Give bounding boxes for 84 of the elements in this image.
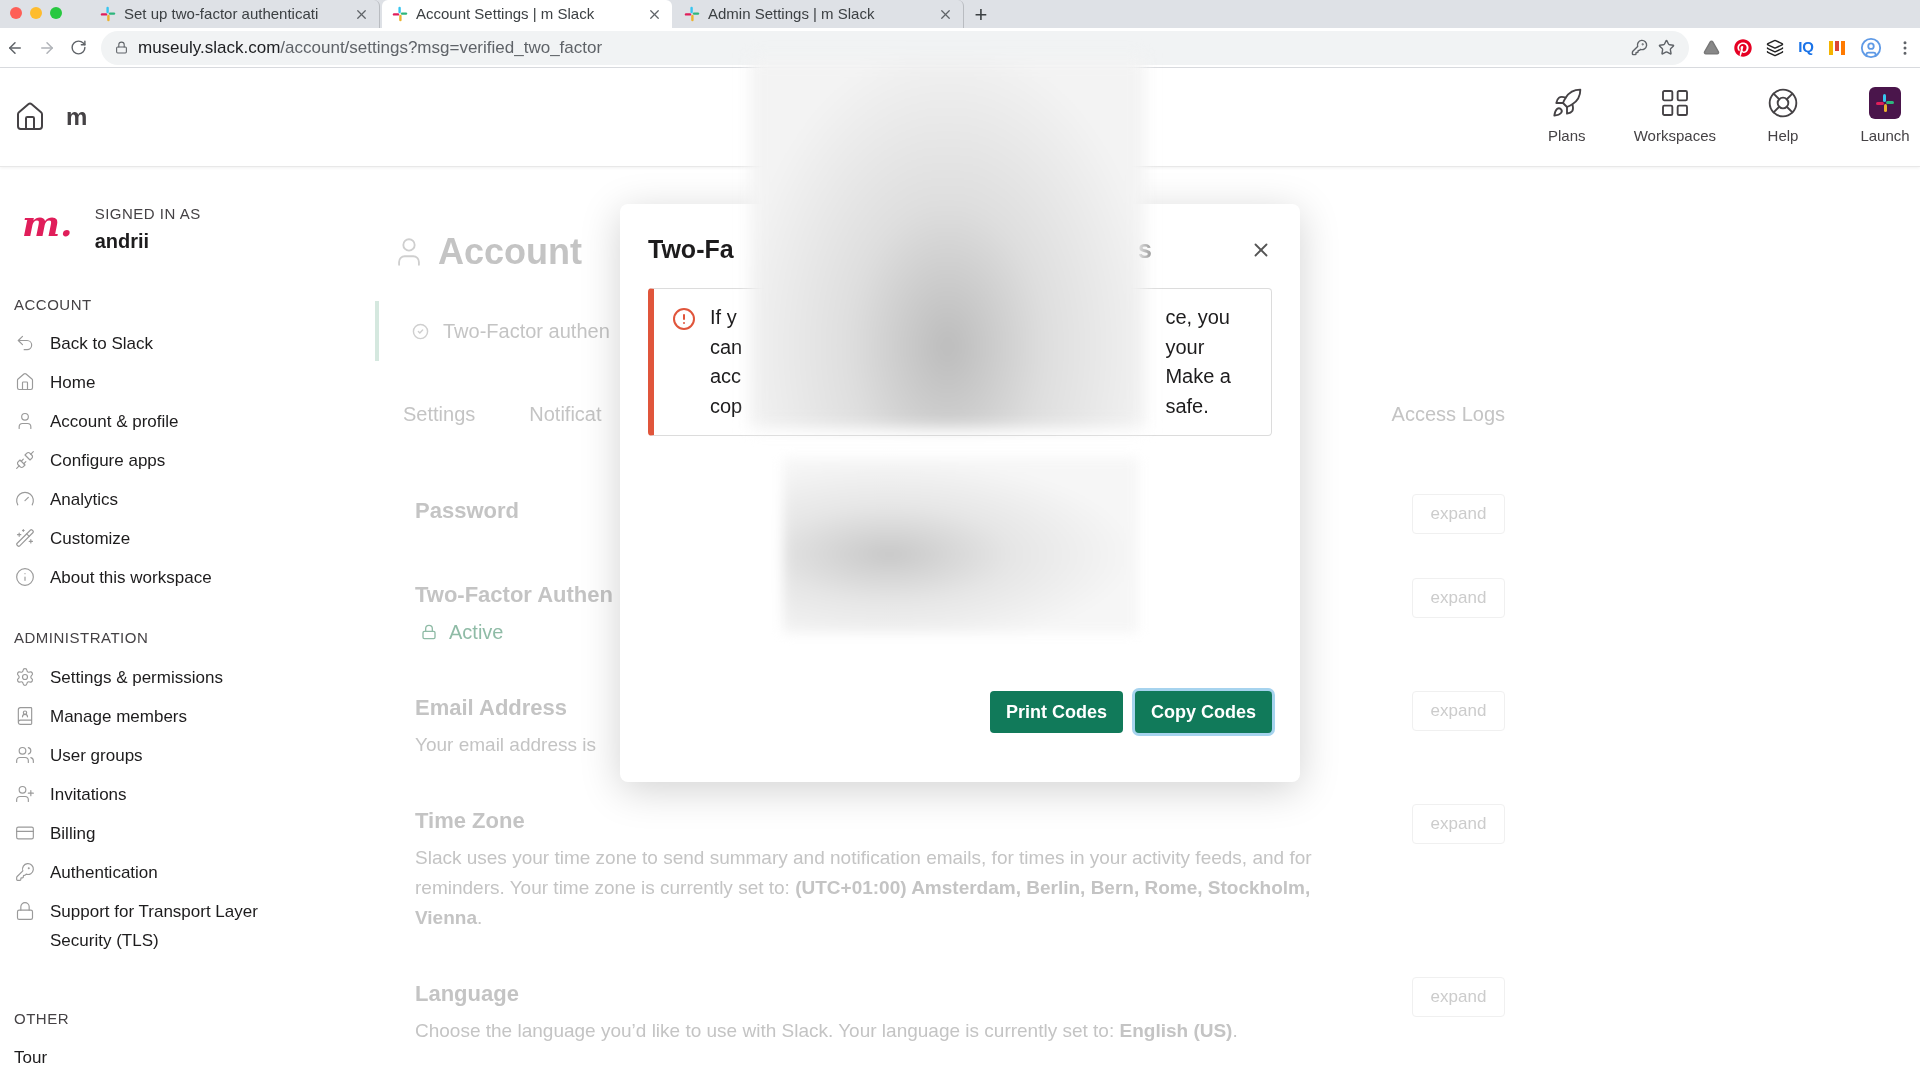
sidebar-item[interactable]: Analytics	[14, 480, 375, 519]
sidebar-item[interactable]: Customize	[14, 519, 375, 558]
key-icon[interactable]	[1631, 39, 1649, 57]
slack-logo-icon	[100, 6, 116, 22]
extension-label[interactable]: IQ	[1798, 36, 1814, 59]
sidebar-item[interactable]: Home	[14, 363, 375, 402]
pinterest-icon[interactable]	[1734, 38, 1753, 57]
sidebar-item[interactable]: Authentication	[14, 852, 375, 892]
add-user-icon	[15, 783, 35, 804]
nav-button[interactable]: Plans	[1531, 86, 1602, 148]
nav-button[interactable]: Workspaces	[1633, 86, 1716, 148]
workspace-name: m	[66, 102, 88, 133]
section-description: Slack uses your time zone to send summary and notification emails, for times in your activity feeds, and for reminders. Your time zone is currently set to: (UTC+01:00) Amsterdam, Berlin, Bern, Rome, Stockholm, Vienna.	[415, 846, 1313, 930]
rocket-icon	[1550, 86, 1583, 119]
section-heading: ACCOUNT	[14, 294, 93, 315]
section-title: Email Address	[415, 694, 568, 722]
drive-icon[interactable]	[1703, 39, 1721, 57]
lock-icon	[421, 624, 437, 640]
sidebar-item[interactable]: Settings & permissions	[14, 657, 375, 697]
warning-text: Make a	[1165, 364, 1231, 389]
signed-in-label: SIGNED IN AS	[94, 204, 201, 224]
magic-wand-icon	[15, 528, 35, 548]
nav-button[interactable]: Help	[1748, 86, 1818, 148]
nav-button[interactable]: Launch	[1850, 86, 1920, 148]
plug-icon	[15, 450, 35, 470]
warning-text: can	[710, 334, 744, 360]
sidebar-item[interactable]: Support for Transport Layer Security (TLS)	[14, 891, 375, 960]
sidebar-item[interactable]: Back to Slack	[14, 324, 375, 363]
tab-title: Admin Settings | m Slack	[708, 3, 876, 24]
slack-logo-icon	[684, 6, 700, 22]
browser-tab[interactable]: Account Settings | m Slack	[382, 0, 672, 28]
color-bars-icon[interactable]	[1828, 38, 1846, 57]
modal-title: s	[1138, 234, 1152, 266]
codes-button[interactable]: Print Codes	[989, 691, 1123, 733]
tab-title: Account Settings | m Slack	[416, 3, 596, 24]
codes-button[interactable]: Copy Codes	[1135, 691, 1272, 733]
section-description: Choose the language you’d like to use with Slack. Your language is currently set to: English (US).	[415, 1019, 1239, 1043]
sidebar-item[interactable]: Tour	[14, 1038, 375, 1077]
lock-icon	[15, 900, 35, 921]
workspace-logo: m.	[22, 203, 73, 243]
status-text: Active	[449, 620, 504, 645]
address-field[interactable]: museuly.slack.com/account/settings?msg=verified_two_factor	[101, 30, 1690, 65]
alert-icon	[672, 307, 696, 331]
section-description: Your email address is	[415, 733, 597, 757]
section-title: Language	[415, 980, 519, 1008]
warning-text: ce, you	[1165, 305, 1231, 330]
user-name: andrii	[94, 228, 151, 254]
home-icon	[15, 372, 35, 392]
layers-icon[interactable]	[1766, 38, 1785, 57]
users-icon	[15, 744, 35, 765]
settings-icon	[15, 666, 35, 687]
slack-logo-icon	[392, 6, 408, 22]
page-title: Account	[438, 230, 582, 274]
reload-icon[interactable]	[70, 39, 87, 57]
bookmark-star-icon[interactable]	[1658, 39, 1676, 57]
warning-text: safe.	[1165, 393, 1210, 419]
warning-text: If y	[710, 305, 738, 330]
sidebar-item[interactable]: Account & profile	[14, 402, 375, 441]
sidebar-item[interactable]: Invitations	[14, 774, 375, 814]
warning-text: your	[1165, 334, 1206, 360]
lifebuoy-icon	[1767, 86, 1799, 119]
info-icon	[15, 567, 35, 587]
warning-text: acc	[710, 364, 743, 389]
sidebar-item[interactable]: User groups	[14, 735, 375, 775]
check-icon	[412, 322, 429, 340]
section-title: Two-Factor Authen	[415, 581, 613, 609]
tab-title: Set up two-factor authenticati	[124, 3, 320, 24]
sidebar-item[interactable]: Configure apps	[14, 441, 375, 480]
sidebar-item[interactable]: About this workspace	[14, 558, 375, 597]
section-title: Time Zone	[415, 807, 525, 835]
sidebar-item[interactable]: Billing	[14, 813, 375, 853]
lock-icon	[115, 41, 128, 55]
key-icon	[15, 861, 35, 882]
modal-title: Two-Fa	[648, 234, 735, 266]
warning-text: cop	[710, 393, 744, 419]
new-tab-button[interactable]: +	[966, 0, 996, 28]
profile-icon[interactable]	[1860, 36, 1882, 59]
back-arrow-icon	[15, 333, 35, 353]
address-book-icon	[15, 705, 35, 726]
sidebar-item[interactable]: Manage members	[14, 696, 375, 736]
slack-logo-icon	[1875, 92, 1895, 113]
section-heading: OTHER	[14, 1008, 70, 1029]
section-heading: ADMINISTRATION	[14, 628, 150, 648]
section-title: Password	[415, 497, 519, 525]
